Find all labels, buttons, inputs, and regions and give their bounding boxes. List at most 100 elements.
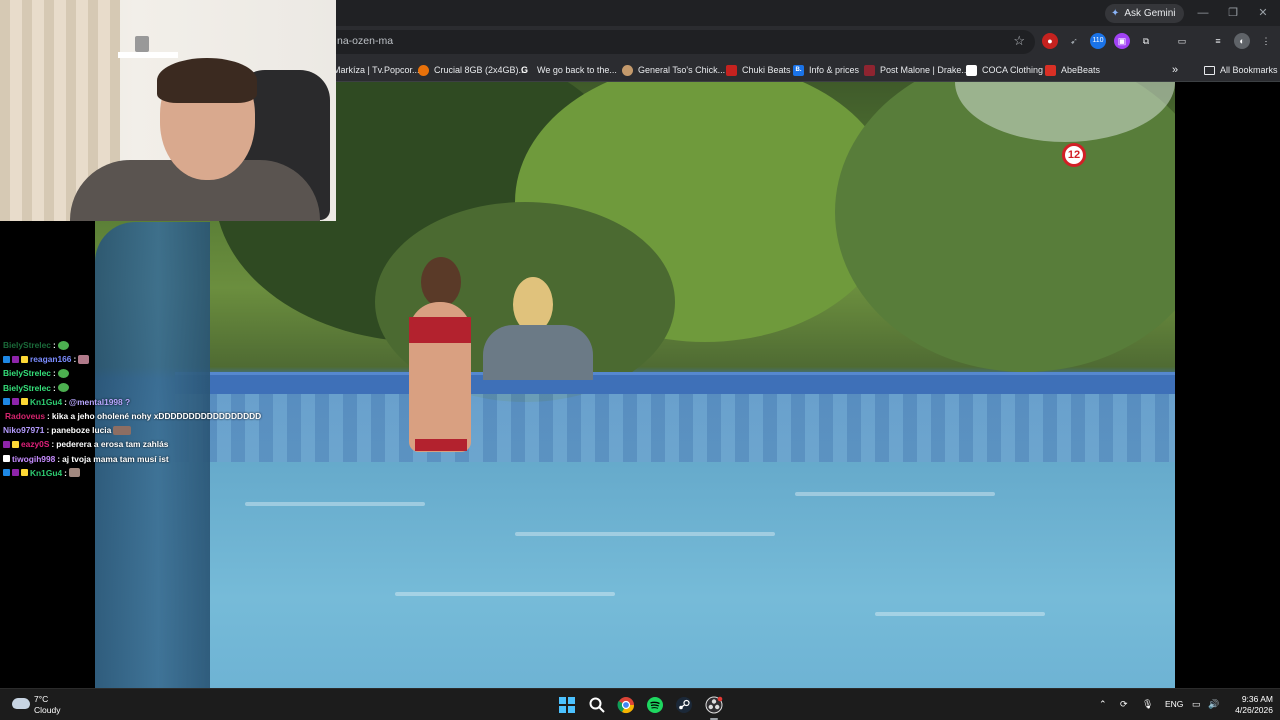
bookmark-label: We go back to the... bbox=[537, 65, 617, 75]
screen: 12 ✦ Ask Gemini — ❐ ✕ na-ozen-ma ☆ ● ➹ 1… bbox=[0, 0, 1280, 720]
bookmark-item[interactable]: G We go back to the... bbox=[521, 62, 617, 78]
cast-icon[interactable]: ▭ bbox=[1174, 33, 1190, 49]
bookmark-item[interactable]: Crucial 8GB (2x4GB)... bbox=[418, 62, 526, 78]
chat-badge-icon bbox=[3, 398, 10, 406]
chat-message: Radoveus: kika a jeho oholené nohy xDDDD… bbox=[0, 409, 262, 423]
obs-icon[interactable] bbox=[705, 696, 723, 714]
extension-arrow-icon[interactable]: ➹ bbox=[1066, 33, 1082, 49]
bookmark-item[interactable]: General Tso's Chick... bbox=[622, 62, 725, 78]
reading-list-icon[interactable]: ≡ bbox=[1210, 33, 1226, 49]
spotify-icon[interactable] bbox=[646, 696, 664, 714]
water-ripple bbox=[245, 502, 425, 506]
emote-icon bbox=[57, 368, 69, 378]
bookmark-item[interactable]: B. Info & prices bbox=[793, 62, 859, 78]
all-bookmarks-label: All Bookmarks bbox=[1220, 65, 1278, 75]
streamer-hair bbox=[157, 58, 257, 103]
chat-text: @mental1998 ? bbox=[68, 396, 131, 407]
chat-text: aj tvoja mama tam musí ist bbox=[62, 453, 169, 464]
chat-badge-icon bbox=[12, 469, 19, 477]
bookmark-item[interactable]: Post Malone | Drake... bbox=[864, 62, 969, 78]
bookmark-item[interactable]: COCA Clothing bbox=[966, 62, 1043, 78]
chat-username: Kn1Gu4 bbox=[30, 396, 63, 407]
pool-rim bbox=[175, 372, 1175, 394]
water-ripple bbox=[395, 592, 615, 596]
bookmark-item[interactable]: Chuki Beats bbox=[726, 62, 791, 78]
gemini-sparkle-icon: ✦ bbox=[1111, 8, 1120, 19]
more-bookmarks-icon[interactable]: » bbox=[1172, 62, 1178, 78]
restore-icon[interactable]: ❐ bbox=[1218, 4, 1248, 22]
all-bookmarks-button[interactable]: All Bookmarks bbox=[1204, 62, 1278, 78]
chat-separator: : bbox=[47, 411, 50, 422]
bookmark-label: Post Malone | Drake... bbox=[880, 65, 969, 75]
menu-kebab-icon[interactable]: ⋮ bbox=[1258, 33, 1274, 49]
chat-badge-icon bbox=[21, 398, 28, 406]
chat-badge-icon bbox=[21, 469, 28, 477]
microphone-icon[interactable]: 🎙 bbox=[1142, 699, 1153, 710]
chat-text: kika a jeho oholené nohy xDDDDDDDDDDDDDD… bbox=[51, 411, 262, 422]
cloud-icon[interactable] bbox=[12, 698, 30, 709]
address-bar[interactable]: na-ozen-ma ☆ bbox=[260, 30, 1035, 54]
bookmark-favicon-icon bbox=[418, 64, 429, 76]
bookmark-label: COCA Clothing bbox=[982, 65, 1044, 75]
chat-username: BielyStrelec bbox=[3, 382, 51, 393]
steam-icon[interactable] bbox=[675, 696, 693, 714]
chat-text: paneboze lucia bbox=[51, 425, 112, 436]
windows-start-icon[interactable] bbox=[558, 696, 576, 714]
chat-username: eazy0S bbox=[21, 439, 50, 450]
emote-icon bbox=[57, 383, 69, 393]
bookmark-item[interactable]: AbeBeats bbox=[1045, 62, 1100, 78]
chat-overlay: BielyStrelec: reagan166: BielyStrelec: B… bbox=[0, 338, 262, 480]
person-blonde bbox=[483, 277, 593, 380]
chat-message: tiwogih998: aj tvoja mama tam musí ist bbox=[0, 452, 260, 466]
folder-icon bbox=[1204, 65, 1215, 75]
chat-username: reagan166 bbox=[30, 354, 72, 365]
show-hidden-icons[interactable]: ⌃ bbox=[1099, 699, 1107, 710]
clock-date[interactable]: 4/26/2026 bbox=[1222, 705, 1273, 715]
chat-message: Kn1Gu4: bbox=[0, 466, 260, 480]
sync-icon[interactable]: ⟳ bbox=[1120, 699, 1128, 710]
chat-username: Kn1Gu4 bbox=[30, 467, 63, 478]
bookmark-item[interactable]: Markíza | Tv.Popcor... bbox=[333, 62, 420, 78]
network-icon[interactable]: ▭ bbox=[1192, 699, 1201, 710]
bookmark-favicon-icon bbox=[1045, 64, 1056, 76]
extensions-puzzle-icon[interactable]: ⧉ bbox=[1138, 33, 1154, 49]
language-indicator[interactable]: ENG bbox=[1165, 699, 1183, 709]
bookmark-star-icon[interactable]: ☆ bbox=[1013, 33, 1025, 49]
chat-separator: : bbox=[52, 368, 56, 379]
minimize-icon[interactable]: — bbox=[1188, 4, 1218, 22]
emote-icon bbox=[113, 425, 132, 435]
chat-separator: : bbox=[64, 467, 67, 478]
bookmark-label: AbeBeats bbox=[1061, 65, 1101, 75]
volume-icon[interactable]: 🔊 bbox=[1208, 699, 1219, 710]
extension-red-icon[interactable]: ● bbox=[1042, 33, 1058, 49]
chat-badge-icon bbox=[3, 440, 10, 448]
chat-badge-icon bbox=[21, 355, 28, 363]
clock-time[interactable]: 9:36 AM bbox=[1233, 694, 1273, 704]
chat-badge-icon bbox=[3, 469, 10, 477]
age-rating-badge: 12 bbox=[1062, 143, 1086, 167]
chat-message: reagan166: bbox=[0, 352, 260, 366]
shelf-item bbox=[135, 36, 149, 52]
chat-badge-icon bbox=[12, 398, 19, 406]
chat-username: BielyStrelec bbox=[3, 368, 51, 379]
chrome-icon[interactable] bbox=[617, 696, 635, 714]
ask-gemini-button[interactable]: ✦ Ask Gemini bbox=[1105, 4, 1184, 23]
search-icon[interactable] bbox=[588, 696, 606, 714]
extension-purple-icon[interactable]: ▣ bbox=[1114, 33, 1130, 49]
close-icon[interactable]: ✕ bbox=[1248, 4, 1278, 22]
person-swimsuit bbox=[403, 257, 475, 457]
chat-separator: : bbox=[52, 382, 56, 393]
ask-gemini-label: Ask Gemini bbox=[1124, 8, 1176, 19]
weather-condition[interactable]: Cloudy bbox=[34, 705, 60, 715]
chat-username: BielyStrelec bbox=[3, 340, 51, 351]
chat-separator: : bbox=[52, 340, 56, 351]
weather-temperature[interactable]: 7°C bbox=[34, 694, 48, 704]
bookmark-favicon-icon bbox=[864, 64, 875, 76]
extension-badge-icon[interactable]: 110 bbox=[1090, 33, 1106, 49]
url-text: na-ozen-ma bbox=[337, 35, 394, 47]
profile-avatar-icon[interactable]: ◐ bbox=[1234, 33, 1250, 49]
chat-message: Kn1Gu4: @mental1998 ? bbox=[0, 395, 260, 409]
emote-icon bbox=[68, 468, 80, 478]
chat-message: BielyStrelec: bbox=[0, 366, 260, 380]
water-ripple bbox=[515, 532, 775, 536]
